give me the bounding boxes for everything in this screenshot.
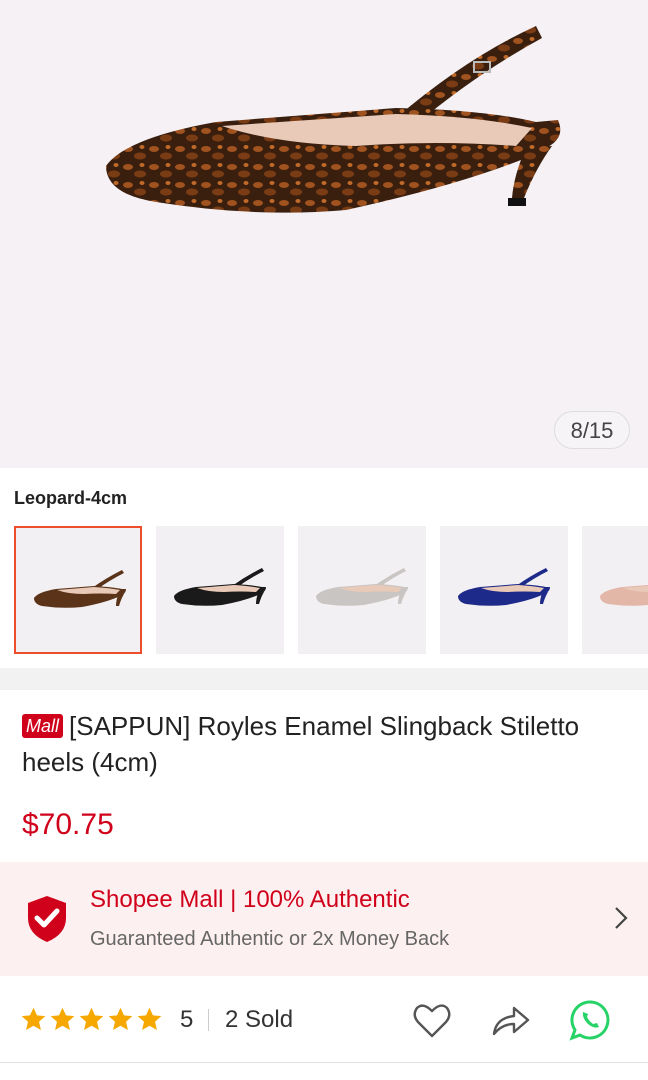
product-title: [SAPPUN] Royles Enamel Slingback Stilett… xyxy=(22,711,580,777)
variant-option-leopard[interactable] xyxy=(14,526,142,654)
variant-shoe-image xyxy=(174,568,266,606)
shield-check-icon xyxy=(28,896,66,942)
variant-shoe-image xyxy=(316,568,408,606)
variant-shoe-image xyxy=(34,570,126,608)
variant-option-grey[interactable] xyxy=(298,526,426,654)
star-icon xyxy=(21,1007,46,1030)
share-icon[interactable] xyxy=(488,998,532,1042)
image-counter: 8/15 xyxy=(554,411,630,449)
variant-label: Leopard-4cm xyxy=(14,488,128,508)
section-divider xyxy=(0,668,648,690)
star-icon xyxy=(79,1007,104,1030)
product-stats-bar: 5 2 Sold xyxy=(0,976,648,1063)
star-icon xyxy=(108,1007,133,1030)
star-icon xyxy=(137,1007,162,1030)
heart-icon[interactable] xyxy=(410,998,454,1042)
mall-banner-title: Shopee Mall | 100% Authentic xyxy=(90,886,410,913)
product-image-gallery[interactable]: 8/15 xyxy=(0,0,648,468)
mall-badge: Mall xyxy=(22,714,64,738)
rating-value: 5 xyxy=(180,1006,194,1033)
variant-selector: Leopard-4cm xyxy=(0,468,648,668)
stats-divider xyxy=(208,1009,209,1031)
variant-shoe-image xyxy=(600,584,648,606)
product-image xyxy=(106,26,561,213)
chevron-right-icon xyxy=(615,907,628,929)
variant-option-navy[interactable] xyxy=(440,526,568,654)
sold-count: 2 Sold xyxy=(225,1006,294,1033)
mall-authentic-banner[interactable]: Shopee Mall | 100% Authentic Guaranteed … xyxy=(0,862,648,976)
mall-banner-subtitle: Guaranteed Authentic or 2x Money Back xyxy=(90,928,450,950)
star-icon xyxy=(50,1007,75,1030)
product-price: $70.75 xyxy=(22,808,114,841)
product-title-block: Mall [SAPPUN] Royles Enamel Slingback Sti… xyxy=(22,708,622,780)
variant-shoe-image xyxy=(458,568,550,606)
rating-stars xyxy=(20,1006,163,1033)
variant-option-black[interactable] xyxy=(156,526,284,654)
variant-option-pink[interactable] xyxy=(582,526,648,654)
whatsapp-icon[interactable] xyxy=(568,998,612,1042)
variant-thumbnails xyxy=(14,526,648,654)
